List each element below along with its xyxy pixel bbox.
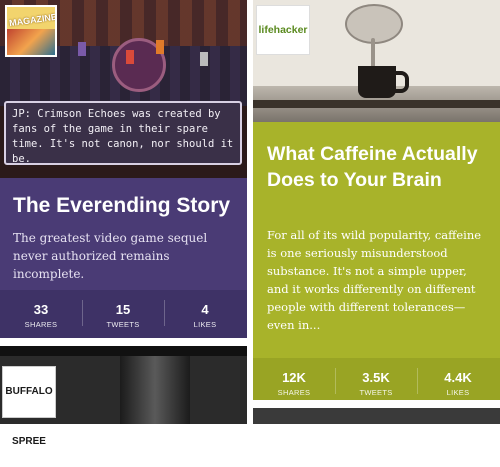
- likes-count: 4.4K: [444, 370, 472, 385]
- game-dialog-box: JP: Crimson Echoes was created by fans o…: [4, 101, 242, 165]
- source-logo-lifehacker[interactable]: lifehacker: [256, 5, 310, 55]
- coffee-cup-icon: [358, 66, 396, 98]
- story-title[interactable]: What Caffeine Actually Does to Your Brai…: [267, 141, 495, 193]
- story-card-partial[interactable]: [253, 408, 500, 424]
- source-logo-buffalo-spree[interactable]: BUFFALO SPREE: [2, 366, 56, 447]
- likes-count: 4: [201, 302, 209, 317]
- hero-light-beam: [120, 356, 190, 424]
- shares-stat: 12K SHARES: [253, 358, 335, 400]
- tweets-stat: 15 TWEETS: [82, 290, 164, 338]
- tweets-label: TWEETS: [106, 320, 140, 329]
- shares-count: 33: [33, 302, 49, 317]
- hero-top-bar: [0, 346, 247, 356]
- story-description: The greatest video game sequel never aut…: [13, 231, 208, 281]
- hero-sprite: [200, 52, 208, 66]
- source-logo-magazine[interactable]: MAGAZINE: [5, 5, 57, 57]
- story-stats: 12K SHARES 3.5K TWEETS 4.4K LIKES: [253, 358, 500, 400]
- tweets-count: 3.5K: [362, 370, 390, 385]
- story-card-caffeine[interactable]: lifehacker What Caffeine Actually Does t…: [253, 0, 500, 400]
- story-card-everending[interactable]: JP: Crimson Echoes was created by fans o…: [0, 0, 247, 338]
- likes-stat: 4.4K LIKES: [417, 358, 499, 400]
- hero-sprite: [126, 50, 134, 64]
- source-logo-text: MAGAZINE: [8, 11, 57, 29]
- story-stats: 33 SHARES 15 TWEETS 4 LIKES: [0, 290, 247, 338]
- shares-label: SHARES: [24, 320, 58, 329]
- tweets-label: TWEETS: [359, 388, 393, 397]
- hero-sprite: [156, 40, 164, 54]
- shares-label: SHARES: [277, 388, 311, 397]
- story-title[interactable]: The Everending Story: [13, 194, 230, 218]
- table-illustration: [253, 100, 500, 108]
- shares-count: 12K: [282, 370, 306, 385]
- tweets-count: 15: [115, 302, 131, 317]
- steam-illustration: [371, 38, 375, 68]
- cup-handle: [393, 71, 409, 93]
- likes-label: LIKES: [446, 388, 470, 397]
- likes-stat: 4 LIKES: [164, 290, 246, 338]
- shares-stat: 33 SHARES: [0, 290, 82, 338]
- tweets-stat: 3.5K TWEETS: [335, 358, 417, 400]
- story-description: For all of its wild popularity, caffeine…: [267, 228, 482, 332]
- hero-sprite: [78, 42, 86, 56]
- likes-label: LIKES: [193, 320, 217, 329]
- magazine-logo-art: [7, 29, 55, 55]
